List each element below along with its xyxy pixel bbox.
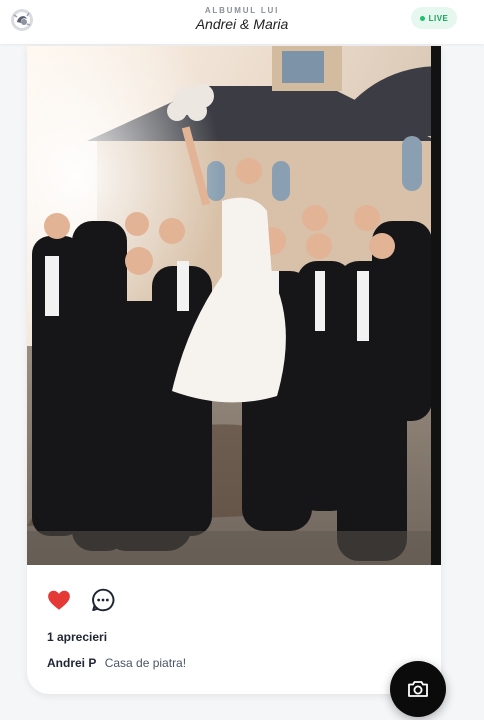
app-header: ALBUMUL LUI Andrei & Maria LIVE xyxy=(0,0,484,44)
post-card: 1 aprecieri Andrei P Casa de piatra! xyxy=(27,46,441,694)
live-dot-icon xyxy=(419,15,425,21)
camera-button[interactable] xyxy=(390,661,446,717)
heart-icon[interactable] xyxy=(46,587,72,613)
live-badge: LIVE xyxy=(411,7,457,29)
comment: Andrei P Casa de piatra! xyxy=(47,656,186,670)
live-label: LIVE xyxy=(428,13,449,23)
camera-icon xyxy=(408,681,428,697)
likes-count: 1 aprecieri xyxy=(47,630,108,644)
post-photo[interactable] xyxy=(27,46,441,565)
comment-author[interactable]: Andrei P xyxy=(47,656,96,670)
comment-icon[interactable] xyxy=(90,587,116,613)
comment-text: Casa de piatra! xyxy=(104,656,187,670)
